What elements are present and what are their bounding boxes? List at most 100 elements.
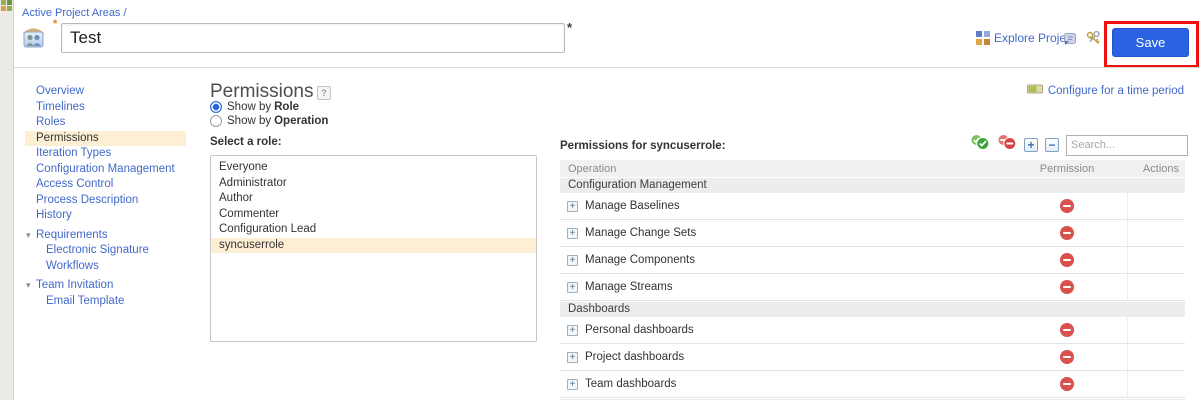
grid-square [1, 6, 6, 11]
expand-all-icon[interactable] [1024, 138, 1038, 152]
save-button[interactable]: Save [1112, 28, 1189, 57]
select-role-label: Select a role: [210, 136, 282, 148]
grant-all-icon[interactable] [970, 134, 990, 156]
show-by-operation-radio[interactable]: Show byOperation [210, 115, 328, 127]
sidebar-item-email-template[interactable]: Email Template [25, 294, 186, 310]
role-item-selected[interactable]: syncuserrole [211, 238, 536, 254]
help-icon[interactable] [317, 86, 331, 100]
expand-icon[interactable] [567, 282, 578, 293]
deny-permission-icon[interactable] [1060, 199, 1074, 213]
expand-icon[interactable] [567, 255, 578, 266]
required-marker: * [53, 18, 57, 30]
radio-label: Show byOperation [227, 115, 328, 127]
breadcrumb[interactable]: Active Project Areas / [22, 7, 127, 19]
role-item[interactable]: Administrator [211, 176, 536, 192]
sidebar-item-workflows[interactable]: Workflows [25, 259, 186, 275]
actions-cell [1127, 193, 1185, 219]
operation-label: Manage Change Sets [585, 227, 696, 239]
sidebar-item-team-invitation[interactable]: ▾Team Invitation [25, 278, 186, 294]
role-item[interactable]: Configuration Lead [211, 222, 536, 238]
note-icon[interactable] [1063, 32, 1077, 51]
actions-cell [1127, 371, 1185, 397]
project-area-icon [20, 23, 47, 55]
sidebar-item-configuration-management[interactable]: Configuration Management [25, 162, 186, 178]
table-row: Manage Components [560, 247, 1185, 274]
deny-permission-icon[interactable] [1060, 280, 1074, 294]
table-row: Project dashboards [560, 344, 1185, 371]
operation-label: Project dashboards [585, 351, 684, 363]
actions-cell [1127, 274, 1185, 300]
table-row: Team dashboards [560, 371, 1185, 398]
page-title: Permissions [210, 81, 313, 103]
table-group-row: Dashboards [560, 302, 1185, 317]
permissions-toolbar [970, 134, 1188, 156]
expand-icon[interactable] [567, 325, 578, 336]
permissions-table: Operation Permission Actions Configurati… [560, 160, 1185, 400]
operation-label: Personal dashboards [585, 324, 694, 336]
expand-icon[interactable] [567, 379, 578, 390]
grid-square [7, 0, 12, 5]
search-input[interactable] [1066, 135, 1188, 156]
sidebar-item-label: Team Invitation [36, 279, 113, 291]
table-row: Manage Baselines [560, 193, 1185, 220]
sidebar-item-history[interactable]: History [25, 208, 186, 224]
deny-permission-icon[interactable] [1060, 226, 1074, 240]
actions-cell [1127, 220, 1185, 246]
project-name-input[interactable] [61, 23, 565, 53]
collapse-all-icon[interactable] [1045, 138, 1059, 152]
column-header-actions: Actions [1127, 163, 1185, 175]
configure-time-period-link[interactable]: Configure for a time period [1027, 84, 1184, 97]
actions-cell [1127, 247, 1185, 273]
sidebar-item-iteration-types[interactable]: Iteration Types [25, 146, 186, 162]
keys-icon[interactable] [1085, 30, 1102, 51]
deny-all-icon[interactable] [997, 134, 1017, 156]
grid-square [1, 0, 6, 5]
sidebar-item-roles[interactable]: Roles [25, 115, 186, 131]
grid-square [7, 6, 12, 11]
role-item[interactable]: Commenter [211, 207, 536, 223]
deny-permission-icon[interactable] [1060, 350, 1074, 364]
radio-label-value: Operation [274, 115, 328, 127]
sidebar-item-access-control[interactable]: Access Control [25, 177, 186, 193]
table-row: Manage Streams [560, 274, 1185, 301]
sidebar-item-timelines[interactable]: Timelines [25, 100, 186, 116]
actions-cell [1127, 317, 1185, 343]
deny-permission-icon[interactable] [1060, 253, 1074, 267]
collapse-arrow-icon[interactable]: ▾ [26, 228, 36, 244]
project-area-admin-page: Active Project Areas / * * Explore Proje… [0, 0, 1200, 400]
sidebar-item-process-description[interactable]: Process Description [25, 193, 186, 209]
operation-label: Manage Baselines [585, 200, 680, 212]
show-by-role-radio[interactable]: Show byRole [210, 101, 299, 113]
sidebar-item-overview[interactable]: Overview [25, 84, 186, 100]
table-row: Personal dashboards [560, 317, 1185, 344]
header-divider [14, 67, 1200, 68]
operation-label: Manage Streams [585, 281, 673, 293]
role-listbox[interactable]: Everyone Administrator Author Commenter … [210, 155, 537, 342]
deny-permission-icon[interactable] [1060, 323, 1074, 337]
jazz-mini-grid-icon[interactable] [1, 0, 12, 11]
operation-label: Team dashboards [585, 378, 676, 390]
table-header-row: Operation Permission Actions [560, 160, 1185, 177]
admin-sidebar: Overview Timelines Roles Permissions Ite… [25, 84, 186, 309]
radio-label-prefix: Show by [227, 101, 271, 113]
sidebar-item-requirements[interactable]: ▾Requirements [25, 228, 186, 244]
expand-icon[interactable] [567, 201, 578, 212]
radio-label-value: Role [274, 101, 299, 113]
role-item[interactable]: Everyone [211, 160, 536, 176]
radio-selected-icon[interactable] [210, 101, 222, 113]
radio-label: Show byRole [227, 101, 299, 113]
collapse-arrow-icon[interactable]: ▾ [26, 278, 36, 294]
table-row: Manage Change Sets [560, 220, 1185, 247]
operation-label: Manage Components [585, 254, 695, 266]
explore-grid-icon [976, 31, 990, 50]
required-marker: * [567, 20, 572, 35]
role-item[interactable]: Author [211, 191, 536, 207]
column-header-operation: Operation [560, 163, 1007, 175]
expand-icon[interactable] [567, 352, 578, 363]
radio-unselected-icon[interactable] [210, 115, 222, 127]
left-rail [0, 0, 14, 400]
expand-icon[interactable] [567, 228, 578, 239]
sidebar-item-electronic-signature[interactable]: Electronic Signature [25, 243, 186, 259]
sidebar-item-permissions[interactable]: Permissions [25, 131, 186, 147]
deny-permission-icon[interactable] [1060, 377, 1074, 391]
